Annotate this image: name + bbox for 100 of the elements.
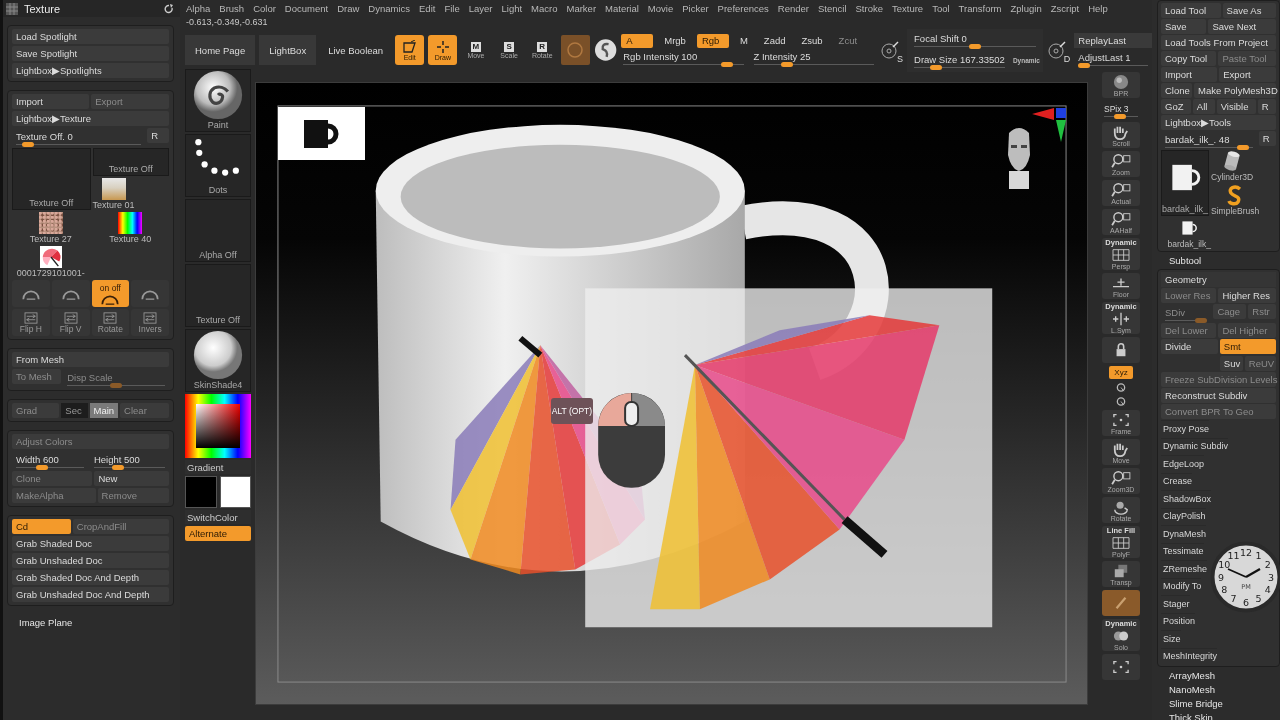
material-button[interactable] (560, 35, 590, 65)
slider[interactable]: bardak_ilk_. 48 (1161, 131, 1257, 149)
nav-button[interactable]: LightBox (259, 35, 317, 65)
color-label[interactable]: Gradient (185, 460, 251, 474)
slider-knob[interactable] (1078, 63, 1091, 68)
palette-button[interactable]: GoZ (1161, 99, 1191, 114)
slider[interactable]: Draw Size 167.33502 (910, 51, 1009, 70)
thumbnail-slot[interactable]: SimpleBrush (1211, 184, 1260, 216)
thumbnail-slot[interactable]: Texture 40 (91, 212, 169, 244)
palette-button[interactable]: Import (12, 94, 90, 109)
thumbnail-slot[interactable]: Texture Off (185, 264, 251, 327)
color-swatch[interactable] (185, 476, 217, 508)
slider[interactable]: Focal Shift 0 (910, 30, 1040, 49)
palette-button[interactable]: Grab Shaded Doc And Depth (12, 570, 169, 585)
icon-toggle-button[interactable]: on off (91, 280, 130, 307)
palette-button[interactable]: Load Tools From Project (1161, 35, 1276, 50)
subpalette-header[interactable]: EdgeLoop (1161, 455, 1205, 472)
thumbnail-slot[interactable]: Texture 27 (12, 212, 90, 244)
slider-knob[interactable] (780, 62, 793, 67)
menu-item[interactable]: Zscript (1050, 3, 1080, 14)
subpalette-header[interactable]: Position (1161, 612, 1196, 629)
shelf-button[interactable] (1102, 654, 1140, 680)
palette-button[interactable]: Alternate (185, 526, 251, 541)
subpalette-header[interactable]: Dynamic Subdiv (1161, 437, 1229, 454)
slider[interactable]: Rgb Intensity 100 (621, 49, 746, 67)
menu-item[interactable]: Light (501, 3, 523, 14)
palette-title[interactable]: Geometry (1161, 272, 1276, 287)
thumbnail-slot[interactable]: Texture Off (12, 148, 91, 210)
palette-button[interactable]: Export (1219, 67, 1276, 82)
menu-item[interactable]: Brush (219, 3, 245, 14)
slider-knob[interactable] (720, 62, 733, 67)
thumbnail-slot[interactable]: Alpha Off (185, 199, 251, 262)
palette-button[interactable]: R (1258, 131, 1276, 146)
palette-button[interactable]: Load Tool (1161, 3, 1221, 18)
menu-item[interactable]: File (444, 3, 460, 14)
matcap-sphere-icon[interactable] (593, 38, 618, 62)
palette-button[interactable]: R (147, 128, 169, 143)
slider-knob[interactable] (35, 464, 48, 470)
color-well[interactable]: Sec (61, 403, 88, 418)
subpalette-header[interactable]: DynaMesh (1161, 525, 1207, 542)
toggle-button[interactable]: Xyz (1109, 366, 1133, 379)
palette-button[interactable]: Clone (1161, 83, 1193, 98)
palette-button[interactable]: Suv (1219, 356, 1243, 371)
rotate-axis-icon[interactable] (1114, 382, 1128, 393)
mode-button[interactable]: Rgb (696, 33, 729, 48)
menu-item[interactable]: Stroke (855, 3, 883, 14)
slider[interactable]: Texture Off. 0 (12, 128, 146, 146)
subpalette-header[interactable]: ClayPolish (1161, 507, 1206, 524)
menu-item[interactable]: Picker (682, 3, 709, 14)
slider[interactable]: Z Intensity 25 (751, 49, 876, 67)
thumbnail-slot[interactable]: Texture 01 (92, 178, 135, 210)
lazy-mouse-button[interactable]: S (879, 36, 904, 64)
palette-header[interactable]: Slime Bridge (1157, 698, 1280, 709)
palette-button[interactable]: Smt (1219, 339, 1276, 354)
live-boolean-button[interactable]: Live Boolean (320, 44, 392, 56)
thumbnail-slot[interactable]: Texture Off (92, 148, 169, 176)
palette-button[interactable]: Grab Unshaded Doc (12, 553, 169, 568)
palette-button[interactable]: Load Spotlight (12, 29, 169, 44)
slider[interactable]: Width 600 (12, 451, 88, 469)
menu-item[interactable]: Color (253, 3, 276, 14)
menu-item[interactable]: Document (284, 3, 329, 14)
palette-button[interactable]: All (1192, 99, 1215, 114)
subpalette-header[interactable]: Modify To (1161, 577, 1202, 594)
menu-item[interactable]: Macro (531, 3, 558, 14)
slider-knob[interactable] (929, 65, 942, 70)
thumbnail-slot[interactable]: Paint (185, 69, 251, 132)
menu-item[interactable]: Material (605, 3, 639, 14)
palette-button[interactable]: Divide (1161, 339, 1218, 354)
palette-button[interactable]: Save As (1222, 3, 1276, 18)
menu-item[interactable]: Preferences (717, 3, 769, 14)
slider-knob[interactable] (1237, 144, 1249, 150)
palette-header[interactable]: Image Plane (7, 614, 174, 630)
popout-icon[interactable] (164, 3, 174, 14)
palette-header[interactable]: Subtool (1157, 255, 1280, 266)
palette-button[interactable]: Lightbox▶Texture (12, 111, 169, 126)
palette-button[interactable]: Make PolyMesh3D (1194, 83, 1276, 98)
subpalette-header[interactable]: Stager (1161, 595, 1190, 612)
subpalette-header[interactable]: Proxy Pose (1161, 420, 1210, 437)
color-label[interactable]: SwitchColor (185, 510, 251, 524)
slider[interactable]: Height 500 (89, 451, 169, 469)
color-picker[interactable] (185, 394, 251, 458)
mode-button[interactable]: A (621, 33, 654, 48)
mode-button[interactable]: Zadd (758, 33, 791, 48)
color-swatch[interactable] (219, 476, 251, 508)
viewport-canvas[interactable]: ALT (OPT) (255, 82, 1088, 705)
rotate-axis-icon[interactable] (1114, 396, 1128, 407)
palette-button[interactable]: Import (1161, 67, 1218, 82)
palette-button[interactable]: Higher Res (1218, 288, 1276, 303)
menu-item[interactable]: Movie (647, 3, 674, 14)
thumbnail-slot[interactable]: 0001729101001- (12, 246, 90, 278)
nav-button[interactable]: Home Page (185, 35, 256, 65)
color-well[interactable]: Main (89, 403, 119, 418)
menu-item[interactable]: Alpha (186, 3, 211, 14)
palette-button[interactable]: Save (1161, 19, 1207, 34)
menu-item[interactable]: Edit (419, 3, 436, 14)
palette-button[interactable]: Save Next (1208, 19, 1276, 34)
menu-item[interactable]: Layer (468, 3, 493, 14)
palette-button[interactable]: Lightbox▶Tools (1161, 115, 1276, 130)
thumbnail-slot[interactable]: Cylinder3D (1211, 150, 1254, 182)
palette-button[interactable]: From Mesh (12, 352, 169, 367)
